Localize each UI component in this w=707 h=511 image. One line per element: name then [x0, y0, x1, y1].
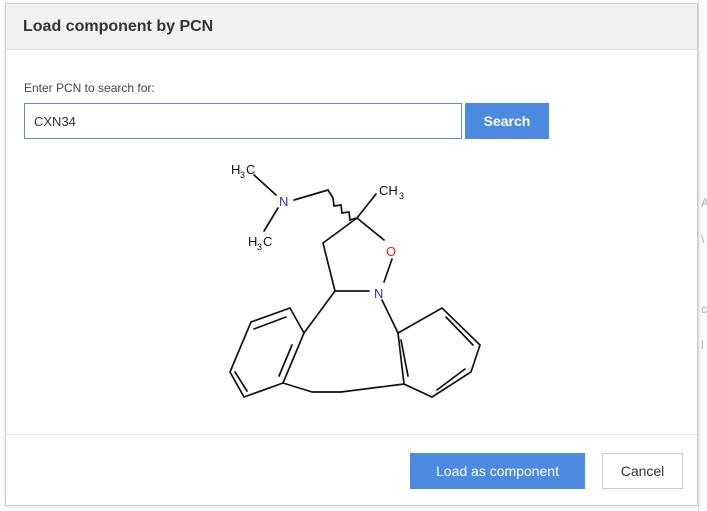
methyl-label-right-3: 3 [399, 191, 404, 201]
ch2-bridge-bond [282, 382, 313, 393]
ring-bond [322, 217, 358, 244]
pcn-search-input[interactable] [24, 103, 462, 139]
methyl-bond [356, 193, 377, 219]
ring-bond [383, 258, 393, 283]
ring-bond [303, 290, 336, 334]
right-benzene-ring [397, 306, 481, 398]
methyl-bond [253, 174, 277, 196]
left-ring-double-bond [234, 371, 248, 392]
methyl-label-top-h: H [231, 162, 240, 177]
dialog-header: Load component by PCN [6, 4, 697, 50]
methyl-label-bottom-3: 3 [257, 242, 262, 252]
amine-nitrogen-label: N [279, 194, 288, 209]
pcn-prompt-label: Enter PCN to search for: [24, 81, 155, 95]
chain-bond [293, 189, 329, 201]
methyl-label-top-3: 3 [240, 170, 245, 180]
ch2-bridge-bond [340, 383, 405, 393]
ring-bond [356, 217, 385, 241]
molecule-structure: N N O H 3 C H 3 C CH 3 [229, 162, 481, 399]
left-ring-double-bond [278, 344, 293, 377]
methyl-label-right-ch: CH [379, 183, 398, 198]
left-benzene-ring [229, 306, 305, 399]
cancel-button[interactable]: Cancel [602, 453, 683, 489]
methyl-label-bottom-h: H [248, 234, 257, 249]
footer-divider [6, 434, 697, 435]
ring-nitrogen-label: N [374, 286, 383, 301]
methyl-bond [263, 207, 279, 232]
right-ring-double-bond [445, 316, 474, 346]
methyl-label-bottom-c: C [263, 234, 272, 249]
search-button[interactable]: Search [465, 103, 549, 139]
ring-bond [322, 242, 336, 292]
background-text-fragment: A [701, 196, 707, 210]
background-text-fragment: l [701, 338, 704, 352]
load-as-component-button[interactable]: Load as component [410, 453, 585, 489]
ring-bond [381, 299, 399, 334]
oxygen-label: O [386, 244, 396, 259]
load-component-dialog: Load component by PCN Enter PCN to searc… [5, 3, 698, 506]
background-page-edge: A \ c l [698, 0, 707, 511]
background-text-fragment: c [701, 302, 707, 316]
dialog-title: Load component by PCN [23, 18, 214, 35]
methyl-label-top-c: C [246, 162, 255, 177]
background-text-fragment: \ [701, 232, 705, 246]
wavy-stereo-bond [327, 189, 358, 222]
